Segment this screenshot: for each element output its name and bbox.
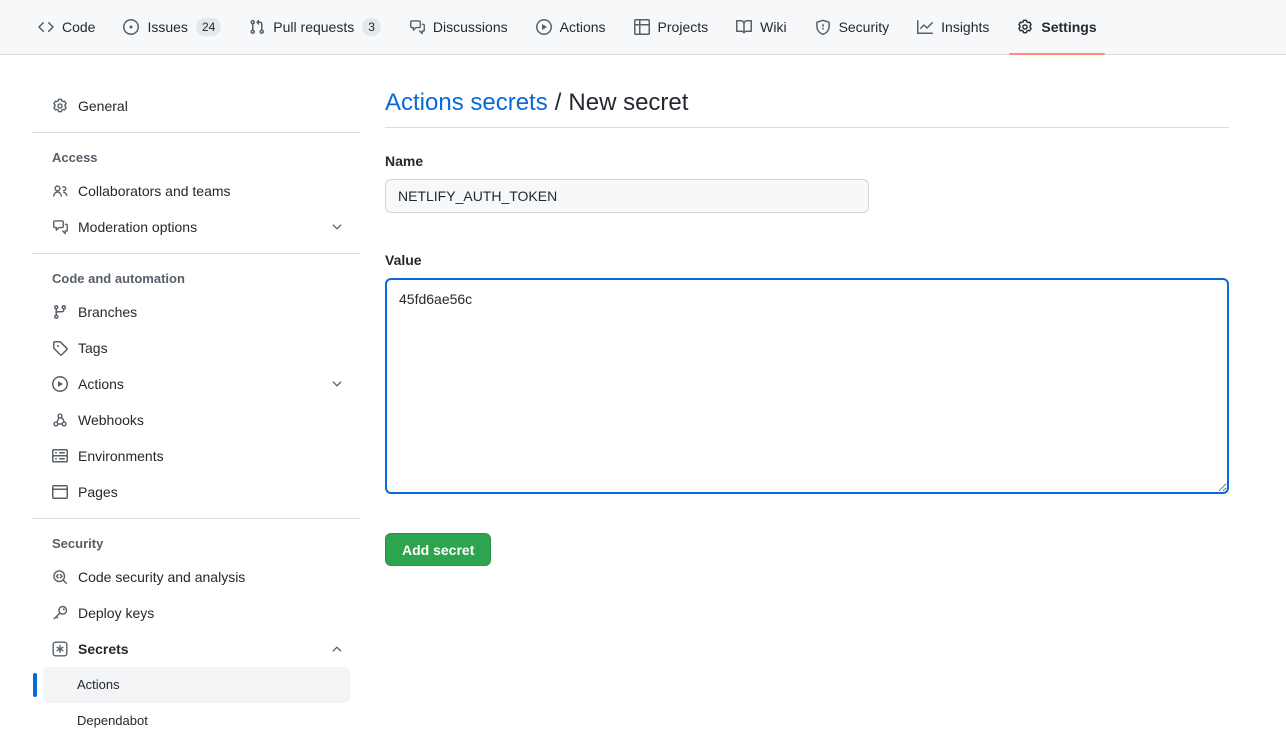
breadcrumb-separator: / — [555, 89, 562, 116]
breadcrumb: Actions secrets /New secret — [385, 88, 1229, 128]
pull-requests-count-badge: 3 — [362, 18, 381, 36]
tab-settings[interactable]: Settings — [1009, 0, 1104, 54]
table-icon — [634, 19, 650, 35]
people-icon — [52, 183, 68, 199]
sidebar-item-webhooks[interactable]: Webhooks — [32, 402, 352, 438]
tab-wiki[interactable]: Wiki — [728, 0, 794, 54]
git-pull-request-icon — [249, 19, 265, 35]
tab-label: Pull requests — [273, 19, 354, 35]
tab-pull-requests[interactable]: Pull requests 3 — [241, 0, 389, 54]
sidebar-item-label: Webhooks — [78, 410, 144, 430]
repo-tab-nav: Code Issues 24 Pull requests 3 Discussio… — [0, 0, 1286, 55]
sidebar-divider — [32, 518, 360, 519]
sidebar-item-tags[interactable]: Tags — [32, 330, 352, 366]
sidebar-item-label: Moderation options — [78, 217, 197, 237]
add-secret-button[interactable]: Add secret — [385, 533, 491, 566]
sidebar-item-collaborators[interactable]: Collaborators and teams — [32, 173, 352, 209]
issue-opened-icon — [123, 19, 139, 35]
secret-value-textarea[interactable]: 45fd6ae56c — [385, 278, 1229, 494]
tab-label: Actions — [560, 19, 606, 35]
comment-discussion-icon — [409, 19, 425, 35]
sidebar-subitem-secrets-actions[interactable]: Actions — [43, 667, 350, 703]
tab-projects[interactable]: Projects — [626, 0, 717, 54]
sidebar-item-label: Branches — [78, 302, 137, 322]
tab-label: Settings — [1041, 19, 1096, 35]
actions-secrets-link[interactable]: Actions secrets — [385, 89, 548, 116]
sidebar-divider — [32, 253, 360, 254]
secret-name-input[interactable] — [385, 179, 869, 213]
sidebar-item-label: Environments — [78, 446, 164, 466]
tab-code[interactable]: Code — [30, 0, 103, 54]
sidebar-subitem-secrets-dependabot[interactable]: Dependabot — [43, 703, 350, 739]
browser-icon — [52, 484, 68, 500]
page-title: New secret — [568, 89, 688, 116]
book-icon — [736, 19, 752, 35]
tab-label: Security — [839, 19, 890, 35]
sidebar-item-secrets[interactable]: Secrets — [32, 631, 352, 667]
sidebar-item-label: Collaborators and teams — [78, 181, 231, 201]
sidebar-item-label: Deploy keys — [78, 603, 154, 623]
sidebar-item-deploy-keys[interactable]: Deploy keys — [32, 595, 352, 631]
tab-label: Discussions — [433, 19, 508, 35]
tab-security[interactable]: Security — [807, 0, 898, 54]
sidebar-item-label: Pages — [78, 482, 118, 502]
sidebar-item-environments[interactable]: Environments — [32, 438, 352, 474]
play-icon — [52, 376, 68, 392]
settings-page: General Access Collaborators and teams M… — [0, 55, 1286, 739]
sidebar-item-label: Tags — [78, 338, 108, 358]
sidebar-item-label: Actions — [77, 675, 120, 695]
tag-icon — [52, 340, 68, 356]
tab-insights[interactable]: Insights — [909, 0, 997, 54]
sidebar-item-label: Actions — [78, 374, 124, 394]
chevron-down-icon — [330, 220, 344, 234]
sidebar-item-label: General — [78, 96, 128, 116]
comment-discussion-icon — [52, 219, 68, 235]
sidebar-section-code-automation: Code and automation — [32, 262, 360, 294]
sidebar-section-security: Security — [32, 527, 360, 559]
shield-icon — [815, 19, 831, 35]
sidebar-section-access: Access — [32, 141, 360, 173]
value-label: Value — [385, 252, 1229, 268]
sidebar-item-pages[interactable]: Pages — [32, 474, 352, 510]
gear-icon — [52, 98, 68, 114]
sidebar-item-label: Secrets — [78, 639, 129, 659]
code-icon — [38, 19, 54, 35]
sidebar-item-label: Code security and analysis — [78, 567, 245, 587]
sidebar-item-label: Dependabot — [77, 711, 148, 731]
gear-icon — [1017, 19, 1033, 35]
tab-label: Insights — [941, 19, 989, 35]
sidebar-item-moderation-options[interactable]: Moderation options — [32, 209, 352, 245]
server-icon — [52, 448, 68, 464]
sidebar-divider — [32, 132, 360, 133]
settings-sidebar: General Access Collaborators and teams M… — [32, 88, 360, 739]
key-asterisk-icon — [52, 641, 68, 657]
name-label: Name — [385, 153, 1229, 169]
tab-actions[interactable]: Actions — [528, 0, 614, 54]
git-branch-icon — [52, 304, 68, 320]
sidebar-item-code-security[interactable]: Code security and analysis — [32, 559, 352, 595]
tab-label: Wiki — [760, 19, 786, 35]
tab-label: Code — [62, 19, 95, 35]
sidebar-item-actions[interactable]: Actions — [32, 366, 352, 402]
codescan-icon — [52, 569, 68, 585]
graph-icon — [917, 19, 933, 35]
tab-issues[interactable]: Issues 24 — [115, 0, 229, 54]
key-icon — [52, 605, 68, 621]
webhook-icon — [52, 412, 68, 428]
sidebar-item-branches[interactable]: Branches — [32, 294, 352, 330]
tab-discussions[interactable]: Discussions — [401, 0, 516, 54]
issues-count-badge: 24 — [196, 18, 221, 36]
tab-label: Issues — [147, 19, 187, 35]
chevron-down-icon — [330, 377, 344, 391]
new-secret-form: Actions secrets /New secret Name Value 45… — [385, 88, 1229, 739]
play-icon — [536, 19, 552, 35]
sidebar-item-general[interactable]: General — [32, 88, 352, 124]
tab-label: Projects — [658, 19, 709, 35]
chevron-up-icon — [330, 642, 344, 656]
